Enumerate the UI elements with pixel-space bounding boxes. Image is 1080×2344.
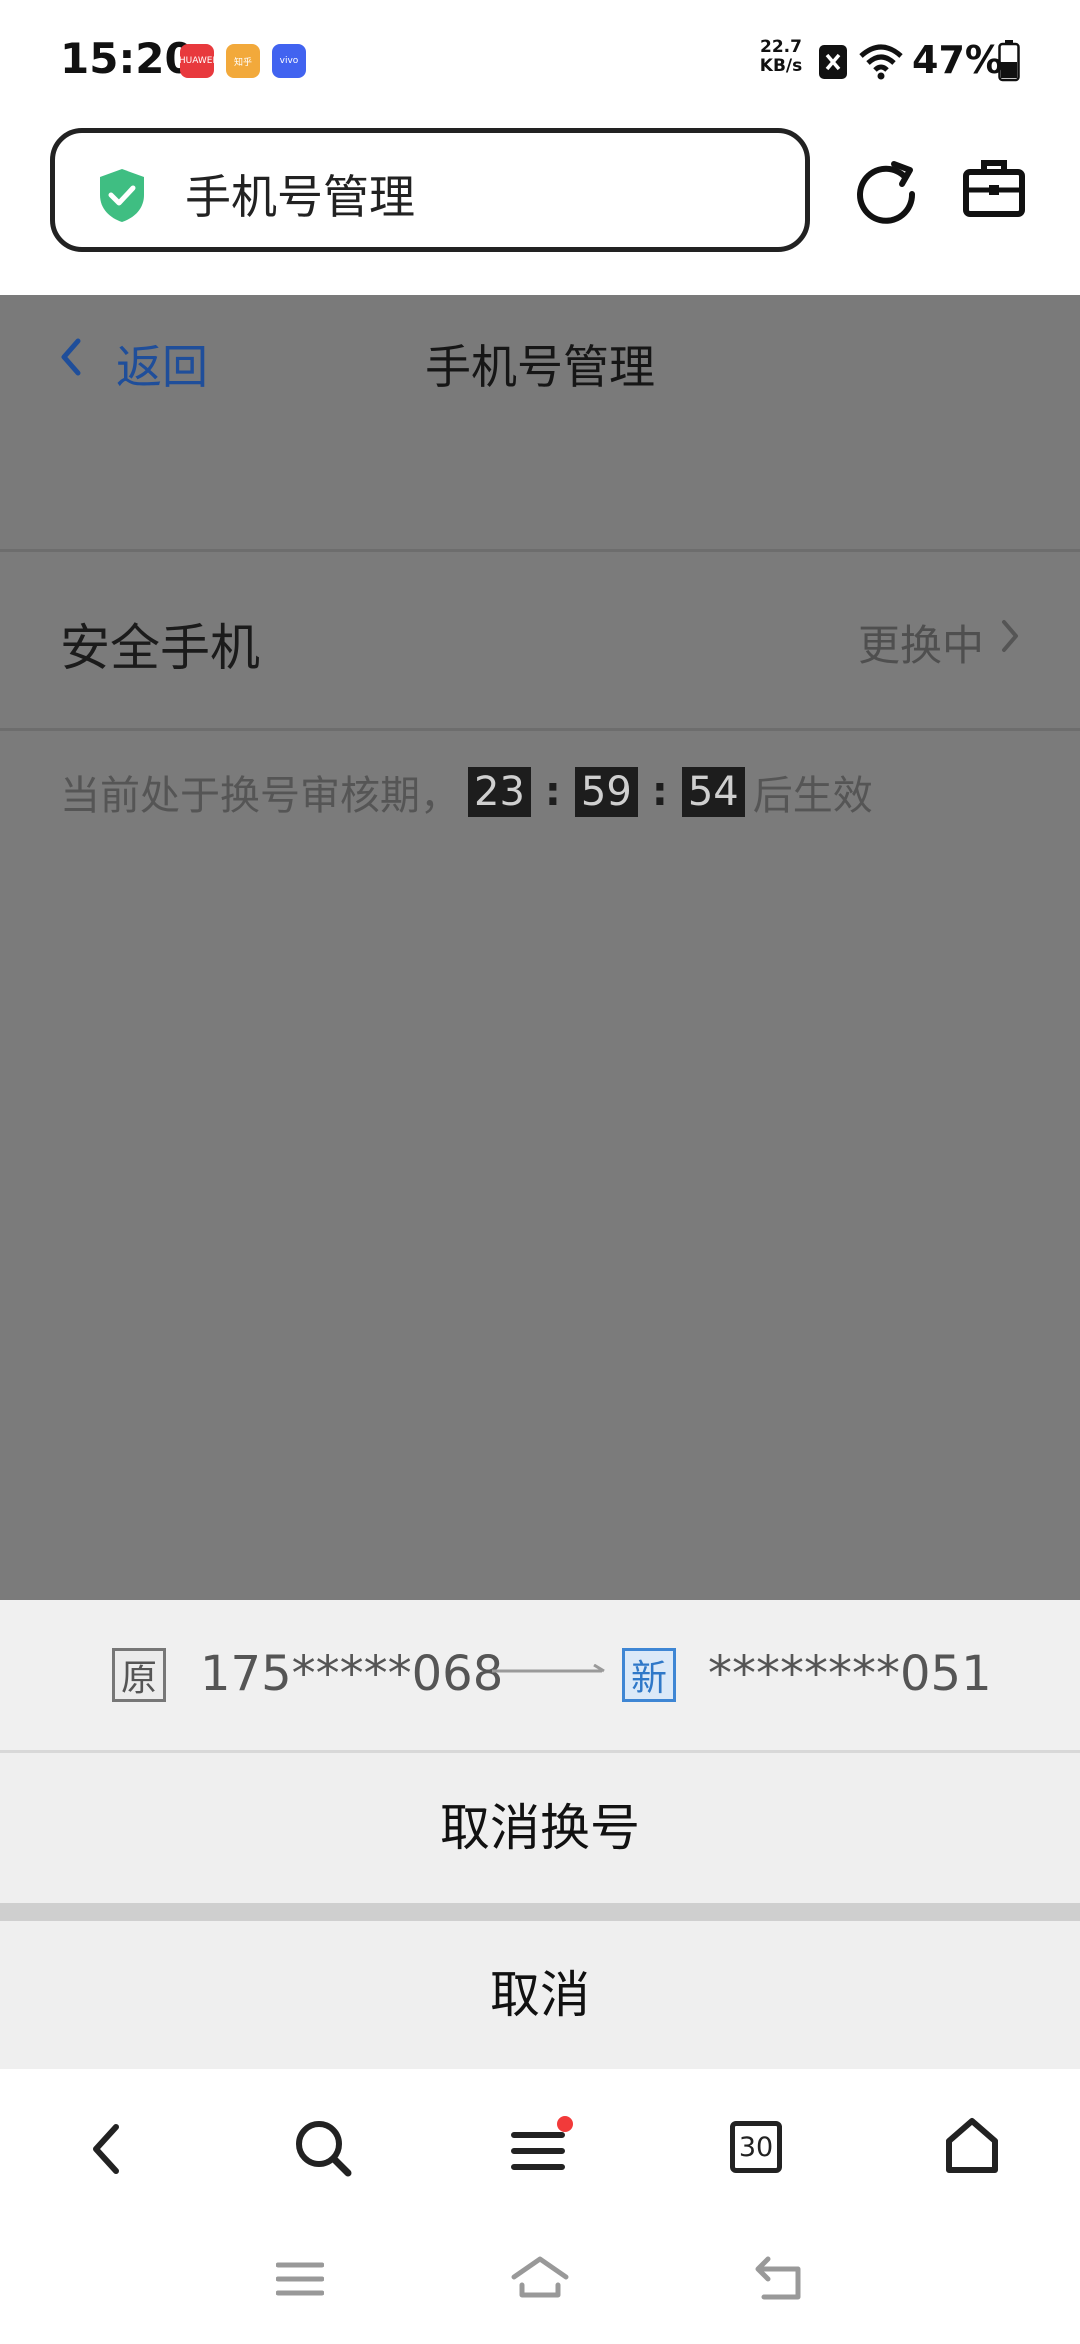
new-number: ********051 [708, 1646, 992, 1702]
number-change-summary: 原 175*****068 新 ********051 [0, 1600, 1080, 1753]
home-button-icon[interactable] [510, 2255, 570, 2299]
old-number: 175*****068 [200, 1646, 504, 1702]
cancel-change-button[interactable]: 取消换号 [0, 1753, 1080, 1903]
back-icon[interactable] [86, 2121, 126, 2177]
sheet-separator [0, 1903, 1080, 1921]
network-speed: 22.7 KB/s [759, 37, 803, 76]
battery-icon [998, 40, 1020, 82]
zhihu-app-icon: 知乎 [226, 44, 260, 78]
browser-bottom-nav: 30 [0, 2069, 1080, 2229]
chevron-right-icon [1002, 620, 1018, 652]
toolbox-icon[interactable] [962, 158, 1026, 218]
home-icon[interactable] [944, 2117, 1000, 2175]
refresh-icon[interactable] [852, 156, 920, 228]
recent-apps-icon[interactable] [276, 2259, 324, 2299]
timer-hours: 23 [468, 767, 531, 817]
system-nav-bar [0, 2229, 1080, 2344]
timer-minutes: 59 [574, 767, 638, 817]
huawei-app-icon: HUAWEI [180, 44, 214, 78]
cancel-button[interactable]: 取消 [0, 1921, 1080, 2069]
menu-icon[interactable] [510, 2115, 578, 2177]
tabs-icon[interactable]: 30 [730, 2121, 782, 2173]
address-bar[interactable]: 手机号管理 [50, 128, 810, 252]
review-notice: 当前处于换号审核期， 23 : 59 : 54 后生效 [60, 763, 873, 821]
safe-phone-row[interactable]: 安全手机 更换中 [0, 552, 1080, 731]
notice-prefix: 当前处于换号审核期， [60, 773, 460, 819]
arrow-right-icon [492, 1664, 605, 1673]
notice-suffix: 后生效 [752, 773, 873, 819]
tabs-count: 30 [738, 2131, 774, 2163]
safe-phone-label: 安全手机 [60, 619, 260, 677]
status-time: 15:20 [60, 34, 194, 83]
page-content: 返回 手机号管理 安全手机 更换中 当前处于换号审核期， 23 : 59 : 5… [0, 295, 1080, 1600]
address-title: 手机号管理 [185, 170, 415, 224]
vivo-app-icon: vivo [272, 44, 306, 78]
new-number-tag: 新 [622, 1648, 676, 1702]
battery-percentage: 47% [912, 38, 1003, 82]
sim-disabled-icon [819, 45, 847, 79]
status-bar: 15:20 HUAWEI 知乎 vivo 22.7 KB/s 47% [0, 0, 1080, 120]
back-button-icon[interactable] [754, 2255, 806, 2301]
search-icon[interactable] [294, 2119, 352, 2177]
page-title: 手机号管理 [425, 340, 655, 394]
old-number-tag: 原 [112, 1648, 166, 1702]
section-spacer [0, 427, 1080, 552]
nav-header: 返回 手机号管理 [0, 295, 1080, 427]
safe-phone-status: 更换中 [858, 621, 985, 670]
timer-seconds: 54 [681, 767, 745, 817]
wifi-icon [859, 44, 903, 80]
security-shield-icon [100, 169, 144, 222]
